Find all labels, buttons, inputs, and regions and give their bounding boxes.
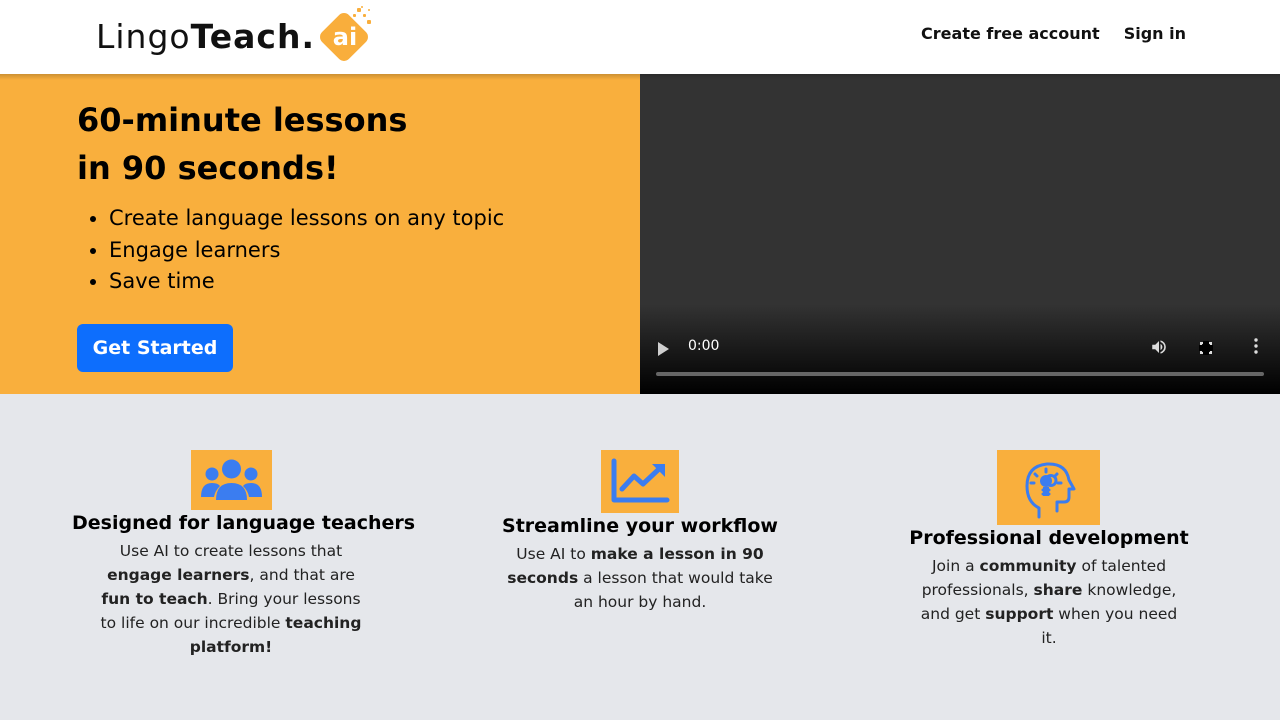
more-options-icon[interactable] (1254, 338, 1258, 354)
brand-name: LingoTeach. (96, 16, 315, 56)
video-time: 0:00 (688, 338, 720, 354)
video-player[interactable]: 0:00 (640, 74, 1280, 394)
sign-in-link[interactable]: Sign in (1124, 24, 1186, 43)
get-started-button[interactable]: Get Started (77, 324, 233, 372)
fullscreen-icon[interactable] (1199, 341, 1213, 355)
feature-icon-box (601, 450, 679, 513)
header-shadow (0, 74, 1280, 80)
feature-icon-box (997, 450, 1100, 525)
play-icon[interactable] (658, 342, 669, 356)
head-lightbulb-icon (1025, 462, 1076, 519)
brand-logo[interactable]: LingoTeach. ai (96, 6, 371, 66)
benefit-item: Save time (109, 266, 504, 298)
video-controls: 0:00 (640, 324, 1280, 394)
feature-title: Streamline your workflow (502, 515, 778, 537)
hero-title: 60-minute lessons in 90 seconds! (77, 101, 408, 187)
feature-description: Join a community of talented professiona… (920, 557, 1178, 647)
feature-title: Designed for language teachers (72, 512, 416, 534)
hero-benefits-list: Create language lessons on any topic Eng… (109, 203, 504, 298)
top-nav: Create free account Sign in (921, 24, 1186, 43)
feature-title: Professional development (909, 527, 1189, 549)
feature-description: Use AI to make a lesson in 90 seconds a … (507, 545, 773, 611)
benefit-item: Create language lessons on any topic (109, 203, 504, 235)
create-account-link[interactable]: Create free account (921, 24, 1100, 43)
benefit-item: Engage learners (109, 235, 504, 267)
feature-icon-box (191, 450, 272, 510)
feature-description: Use AI to create lessons that engage lea… (100, 542, 362, 656)
users-group-icon (201, 459, 262, 500)
video-progress-track[interactable] (656, 372, 1264, 376)
site-header: LingoTeach. ai Create free account Sign … (0, 0, 1280, 74)
volume-icon[interactable] (1150, 338, 1168, 356)
ai-badge: ai (317, 6, 371, 64)
chart-trending-up-icon (611, 458, 670, 503)
